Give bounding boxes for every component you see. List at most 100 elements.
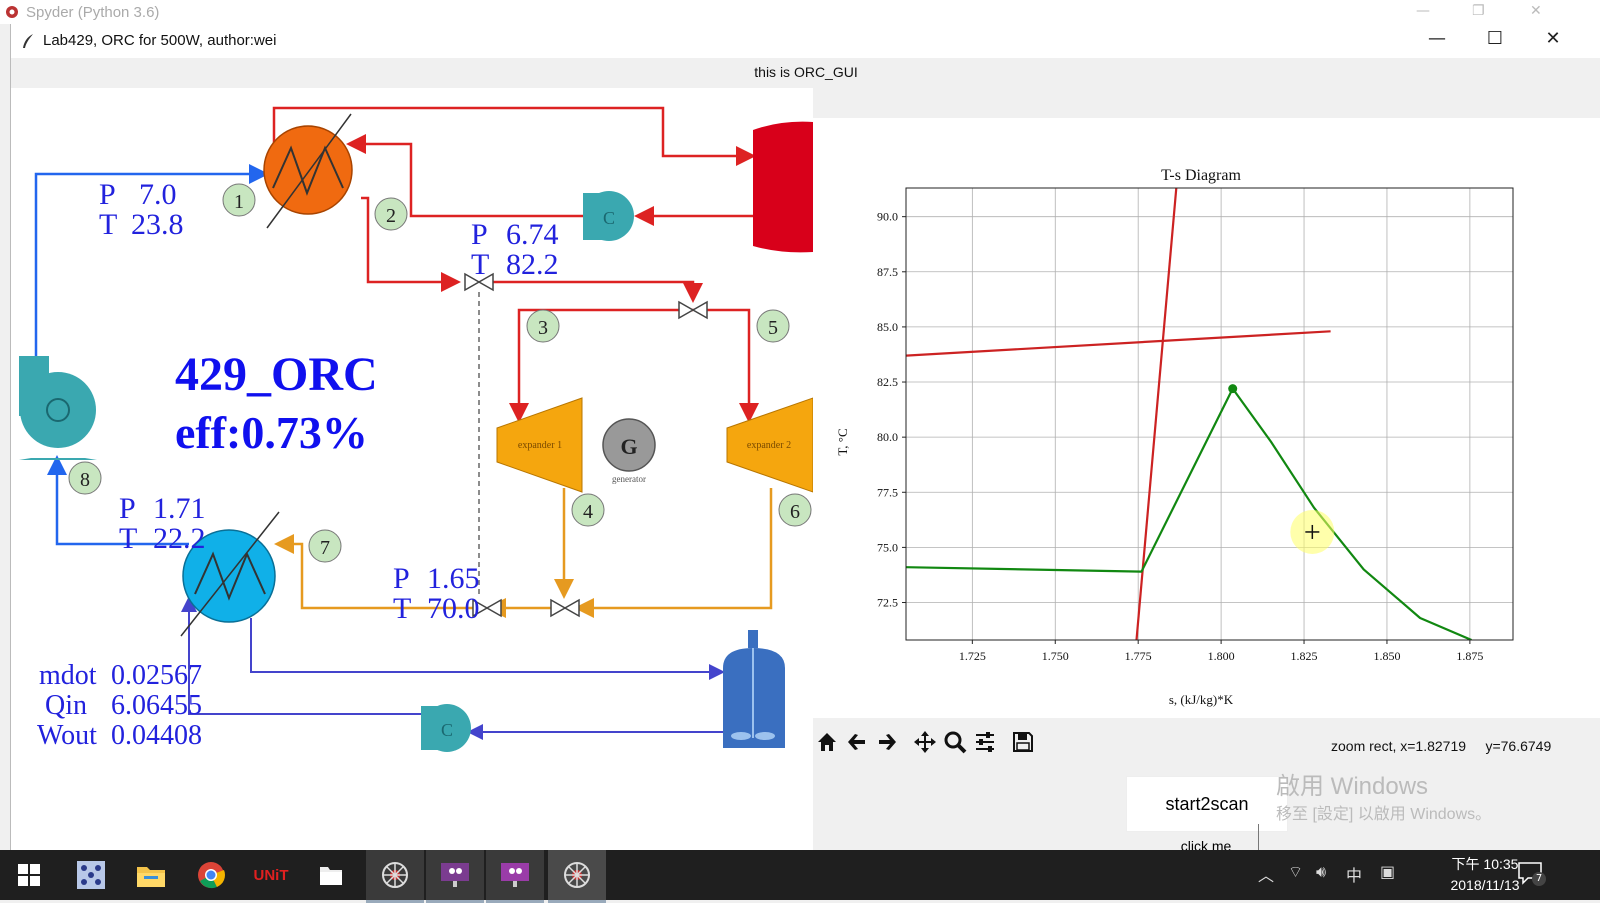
start-button[interactable] — [0, 850, 58, 900]
cursor-coordinates: zoom rect, x=1.82719 y=76.6749 — [1331, 738, 1552, 754]
spyder-minimize-icon[interactable]: — — [1416, 3, 1430, 19]
chart-title: T-s Diagram — [1161, 167, 1241, 184]
expander-1: expander 1 — [496, 397, 583, 493]
chart-xlabel: s, (kJ/kg)*K — [1169, 692, 1234, 707]
expander-2: expander 2 — [726, 397, 814, 493]
unit-app-icon[interactable]: UNiT — [242, 850, 300, 900]
expander-2-label: expander 2 — [747, 440, 791, 451]
presentation-app-icon-2[interactable] — [486, 850, 544, 903]
chart-grid — [906, 188, 1513, 640]
cooling-tank — [723, 630, 785, 748]
show-hidden-icons-icon[interactable]: ︿ — [1258, 862, 1274, 886]
svg-text:1.65: 1.65 — [427, 562, 480, 595]
pan-icon[interactable] — [911, 728, 939, 756]
svg-text:7.0: 7.0 — [139, 178, 177, 211]
svg-text:mdot: mdot — [39, 660, 97, 691]
x-tick-label: 1.850 — [1373, 649, 1400, 663]
generator-symbol: G — [620, 434, 637, 459]
ts-diagram-chart[interactable]: T-s Diagram 1.725 1.750 1.775 1.800 1.825 1.8… — [813, 118, 1600, 718]
y-tick-label: 85.0 — [877, 320, 898, 334]
expander-1-label: expander 1 — [518, 440, 562, 451]
files-app-icon[interactable] — [302, 850, 360, 900]
file-explorer-icon[interactable] — [122, 850, 180, 900]
zoom-icon[interactable] — [941, 728, 969, 756]
spyder-taskbar-icon-2[interactable] — [548, 850, 606, 903]
home-icon[interactable] — [813, 728, 841, 756]
pump-symbol-top: C — [603, 208, 615, 228]
start-scan-button[interactable]: start2scan — [1126, 776, 1288, 832]
state-point-3: 3 — [526, 309, 560, 343]
svg-text:6: 6 — [790, 501, 800, 523]
orc-window: Lab429, ORC for 500W, author:wei — ☐ ✕ t… — [10, 24, 1600, 854]
x-tick-label: 1.725 — [959, 649, 986, 663]
state-point-4: 4 — [571, 493, 605, 527]
svg-text:6.06455: 6.06455 — [111, 690, 202, 721]
activation-watermark-subtitle: 移至 [設定] 以啟用 Windows。 — [1276, 806, 1492, 823]
cycle-schematic: expander 1 expander 2 G generator C C 1 … — [19, 106, 814, 752]
hot-loop-pump: C — [583, 191, 634, 241]
y-tick-label: 75.0 — [877, 540, 898, 554]
configure-subplots-icon[interactable] — [971, 728, 999, 756]
svg-text:0.04408: 0.04408 — [111, 720, 202, 751]
generator: G generator — [602, 418, 656, 484]
feed-pump — [19, 356, 97, 460]
back-arrow-icon[interactable] — [843, 728, 871, 756]
spyder-taskbar-icon[interactable] — [366, 850, 424, 903]
spyder-title: Spyder (Python 3.6) — [26, 4, 160, 21]
minimize-button[interactable]: — — [1417, 28, 1457, 49]
chart-ylabel: T, °C — [835, 428, 850, 455]
svg-text:Qin: Qin — [45, 690, 87, 721]
close-button[interactable]: ✕ — [1533, 28, 1573, 49]
state-point-1: 1 — [222, 183, 256, 217]
ime-indicator[interactable]: 中 — [1346, 862, 1362, 886]
y-tick-label: 87.5 — [877, 265, 898, 279]
svg-text:P: P — [99, 178, 116, 211]
wifi-icon[interactable]: ⌔ — [1288, 862, 1303, 882]
taskbar-app-network-icon[interactable] — [62, 850, 120, 900]
chart-axes-frame — [905, 187, 1514, 641]
svg-text:7: 7 — [320, 537, 330, 559]
efficiency: eff:0.73% — [175, 407, 368, 458]
spyder-restore-icon[interactable]: ❐ — [1472, 3, 1485, 19]
y-tick-label: 82.5 — [877, 375, 898, 389]
spyder-close-icon[interactable]: ✕ — [1530, 3, 1542, 19]
feather-icon — [23, 34, 33, 48]
svg-text:8: 8 — [80, 469, 90, 491]
series-line-1 — [906, 330, 1331, 357]
svg-text:70.0: 70.0 — [427, 592, 480, 625]
forward-arrow-icon[interactable] — [873, 728, 901, 756]
svg-text:T: T — [99, 208, 117, 241]
hot-tank — [753, 121, 813, 253]
chrome-icon[interactable] — [182, 850, 240, 900]
readout-valve-inlet: P 6.74 T 82.2 — [471, 218, 559, 281]
svg-text:P: P — [393, 562, 410, 595]
svg-text:0.02567: 0.02567 — [111, 660, 202, 691]
state-point-2: 2 — [374, 197, 408, 231]
svg-text:5: 5 — [768, 317, 778, 339]
svg-text:P: P — [119, 492, 136, 525]
readout-condenser-outlet: P 1.71 T 22.2 — [119, 492, 206, 555]
action-center-icon[interactable]: 7 — [1516, 858, 1546, 888]
series-line-2 — [1135, 188, 1178, 640]
summary-block: mdot 0.02567 Qin 6.06455 Wout 0.04408 — [37, 660, 202, 751]
readout-expander-exhaust: P 1.65 T 70.0 — [393, 562, 480, 625]
y-tick-label: 77.5 — [877, 485, 898, 499]
x-tick-label: 1.750 — [1042, 649, 1069, 663]
svg-text:1.71: 1.71 — [153, 492, 206, 525]
volume-icon[interactable]: 🔊︎ — [1316, 862, 1326, 882]
orc-cycle-diagram: expander 1 expander 2 G generator C C 1 … — [11, 88, 814, 850]
window-title: Lab429, ORC for 500W, author:wei — [43, 32, 277, 49]
notification-count: 7 — [1532, 872, 1546, 886]
y-tick-label: 80.0 — [877, 430, 898, 444]
activation-watermark-title: 啟用 Windows — [1276, 773, 1429, 800]
maximize-button[interactable]: ☐ — [1475, 28, 1515, 49]
clipboard-icon[interactable]: ▣ — [1380, 862, 1395, 881]
state-point-7: 7 — [308, 529, 342, 563]
window-titlebar: Lab429, ORC for 500W, author:wei — ☐ ✕ — [11, 24, 1600, 58]
state-point-6: 6 — [778, 493, 812, 527]
plot-canvas[interactable]: T-s Diagram 1.725 1.750 1.775 1.800 1.825 1.8… — [813, 118, 1600, 718]
y-tick-label: 90.0 — [877, 210, 898, 224]
valve-2 — [678, 300, 708, 320]
save-icon[interactable] — [1009, 728, 1037, 756]
presentation-app-icon[interactable] — [426, 850, 484, 903]
